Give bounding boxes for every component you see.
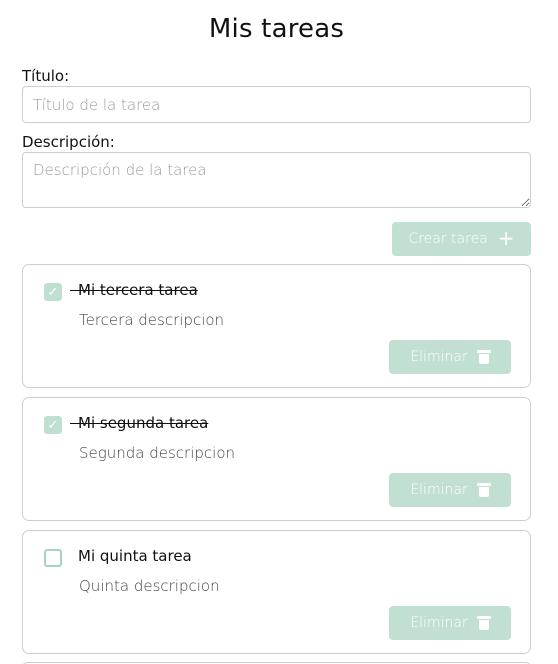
task-title: Mi segunda tarea	[69, 414, 209, 432]
description-input[interactable]	[22, 152, 531, 208]
delete-task-button[interactable]: Eliminar	[389, 606, 511, 640]
page: Mis tareas Título: Descripción: Crear ta…	[0, 0, 558, 664]
task-checkbox[interactable]: ✓	[44, 416, 62, 434]
task-card: ✓ Mi tercera tarea Tercera descripcion E…	[22, 264, 531, 388]
task-description: Tercera descripcion	[79, 311, 225, 329]
delete-label: Eliminar	[410, 482, 468, 498]
task-checkbox[interactable]: ✓	[44, 283, 62, 301]
task-title: Mi tercera tarea	[70, 281, 198, 299]
trash-icon	[476, 616, 491, 630]
delete-task-button[interactable]: Eliminar	[389, 340, 511, 374]
create-task-label: Crear tarea	[408, 231, 488, 247]
check-icon: ✓	[47, 417, 59, 433]
title-label: Título:	[22, 67, 70, 85]
trash-icon	[476, 350, 491, 364]
description-label: Descripción:	[22, 133, 115, 151]
page-title: Mis tareas	[208, 14, 345, 44]
delete-label: Eliminar	[410, 349, 468, 365]
task-description: Quinta descripcion	[79, 577, 220, 595]
trash-icon	[476, 483, 491, 497]
task-card: ✓ Mi segunda tarea Segunda descripcion E…	[22, 397, 531, 521]
delete-label: Eliminar	[410, 615, 468, 631]
delete-task-button[interactable]: Eliminar	[389, 473, 511, 507]
create-task-button[interactable]: Crear tarea +	[392, 222, 531, 256]
task-card: Mi quinta tarea Quinta descripcion Elimi…	[22, 530, 531, 654]
title-input[interactable]	[22, 86, 531, 123]
task-description: Segunda descripcion	[79, 444, 236, 462]
check-icon: ✓	[47, 284, 59, 300]
plus-icon: +	[497, 226, 515, 250]
task-title: Mi quinta tarea	[78, 547, 192, 565]
task-checkbox[interactable]	[44, 549, 62, 567]
